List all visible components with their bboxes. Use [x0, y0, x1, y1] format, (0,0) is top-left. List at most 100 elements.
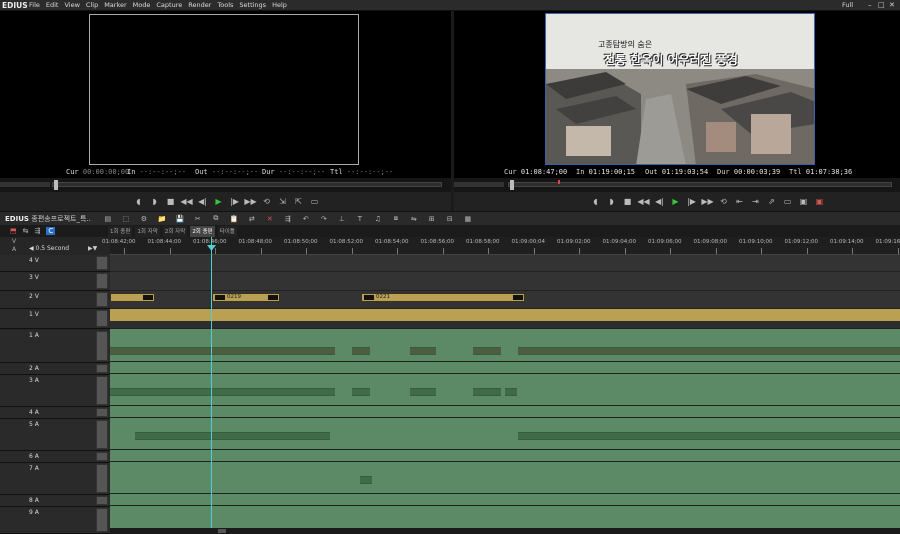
track-patch[interactable]	[96, 273, 108, 289]
select-icon[interactable]: ⬚	[119, 214, 133, 224]
lane-8a[interactable]	[110, 494, 900, 506]
new-sequence-icon[interactable]: ▤	[101, 214, 115, 224]
paste-icon[interactable]: 📋	[227, 214, 241, 224]
menu-marker[interactable]: Marker	[104, 1, 126, 9]
track-row-6a[interactable]: 6 A	[0, 451, 110, 463]
tab-sequence-3[interactable]: 2회 자막	[162, 226, 188, 237]
timescale-select[interactable]: ◀ 0.5 Second	[29, 245, 69, 252]
lane-1a[interactable]	[110, 329, 900, 362]
rewind-icon[interactable]: ◀◀	[180, 196, 192, 207]
sync-lock-icon[interactable]: ⇆	[23, 227, 29, 235]
track-patch[interactable]	[96, 256, 108, 270]
set-out-icon[interactable]: ◗	[149, 196, 160, 207]
settings-icon[interactable]: ⊟	[443, 214, 457, 224]
rec-step-back-icon[interactable]: ◀|	[654, 196, 665, 207]
recorder-seekbar[interactable]	[454, 178, 900, 192]
track-patch[interactable]	[96, 420, 108, 449]
rec-loop-icon[interactable]: ⟲	[718, 196, 729, 207]
menu-tools[interactable]: Tools	[217, 1, 233, 9]
rec-step-forward-icon[interactable]: |▶	[686, 196, 697, 207]
lane-7a[interactable]	[110, 462, 900, 494]
track-row-1a[interactable]: 1 A	[0, 330, 110, 363]
rec-rewind-icon[interactable]: ◀◀	[637, 196, 649, 207]
loop-icon[interactable]: ⟲	[261, 196, 272, 207]
timeline-ruler[interactable]: 01:08:42;00 01:08:44;00 01:08:46;00 01:08:4…	[102, 237, 900, 255]
tab-sequence-4[interactable]: 2회 종편	[190, 226, 215, 237]
menu-edit[interactable]: Edit	[46, 1, 59, 9]
menu-file[interactable]: File	[29, 1, 40, 9]
track-patch[interactable]	[96, 292, 108, 307]
stop-icon[interactable]: ■	[165, 196, 176, 207]
menu-settings[interactable]: Settings	[239, 1, 266, 9]
marker-icon[interactable]: ⊥	[335, 214, 349, 224]
track-patch[interactable]	[96, 508, 108, 532]
track-row-4a[interactable]: 4 A	[0, 407, 110, 419]
lane-4v[interactable]	[110, 255, 900, 272]
delete-icon[interactable]: ✕	[263, 214, 277, 224]
mode-toggle-icon[interactable]: C	[46, 227, 56, 235]
lane-3v[interactable]	[110, 272, 900, 291]
menu-capture[interactable]: Capture	[156, 1, 182, 9]
render-icon[interactable]: ⧇	[389, 214, 403, 224]
redo-icon[interactable]: ↷	[317, 214, 331, 224]
video-clip-0219[interactable]: 0219	[212, 293, 280, 302]
video-clip[interactable]	[110, 293, 155, 302]
fast-forward-icon[interactable]: ▶▶	[244, 196, 256, 207]
lane-2a[interactable]	[110, 362, 900, 374]
video-clip-1v[interactable]	[110, 309, 900, 321]
menu-clip[interactable]: Clip	[86, 1, 98, 9]
rec-export-icon[interactable]: ⇗	[766, 196, 777, 207]
audio-mixer-icon[interactable]: ♫	[371, 214, 385, 224]
track-row-1v[interactable]: 1 V	[0, 309, 110, 329]
player-seekbar[interactable]	[0, 178, 451, 192]
menu-render[interactable]: Render	[188, 1, 211, 9]
overwrite-icon[interactable]: ⇱	[293, 196, 304, 207]
play-icon[interactable]: ▶	[213, 196, 224, 207]
track-patch[interactable]	[96, 496, 108, 505]
track-patch[interactable]	[96, 408, 108, 417]
rec-output-icon[interactable]: ▣	[798, 196, 809, 207]
cut-icon[interactable]: ✂	[191, 214, 205, 224]
sequence-settings-icon[interactable]: ⚙	[137, 214, 151, 224]
track-row-8a[interactable]: 8 A	[0, 495, 110, 507]
track-patch[interactable]	[96, 464, 108, 493]
close-icon[interactable]: ✕	[889, 1, 895, 9]
title-icon[interactable]: T	[353, 214, 367, 224]
timeline-tracks[interactable]: 0219 0221	[110, 255, 900, 534]
ripple-mode-icon[interactable]: ⇶	[35, 227, 41, 235]
rec-stop-icon[interactable]: ■	[622, 196, 633, 207]
open-project-icon[interactable]: 📁	[155, 214, 169, 224]
rec-record-icon[interactable]: ▣	[814, 196, 825, 207]
zoom-select[interactable]: Full	[842, 1, 853, 9]
lane-6a[interactable]	[110, 450, 900, 462]
copy-icon[interactable]: ⧉	[209, 214, 223, 224]
track-patch[interactable]	[96, 376, 108, 405]
scroll-thumb[interactable]	[218, 529, 226, 533]
track-row-7a[interactable]: 7 A	[0, 463, 110, 495]
clip-icon[interactable]: ▭	[309, 196, 320, 207]
layout-icon[interactable]: ▦	[461, 214, 475, 224]
menu-help[interactable]: Help	[272, 1, 287, 9]
rec-set-in-icon[interactable]: ◖	[590, 196, 601, 207]
sync-icon[interactable]: ⇋	[407, 214, 421, 224]
tab-sequence-5[interactable]: 타이틀	[217, 226, 237, 237]
lane-3a[interactable]	[110, 374, 900, 406]
undo-icon[interactable]: ↶	[299, 214, 313, 224]
replace-icon[interactable]: ⇄	[245, 214, 259, 224]
player-seek-handle[interactable]	[54, 180, 58, 190]
set-in-icon[interactable]: ◖	[133, 196, 144, 207]
track-lock-icon[interactable]: ⬒	[10, 227, 17, 235]
track-row-3a[interactable]: 3 A	[0, 375, 110, 407]
track-row-9a[interactable]: 9 A	[0, 507, 110, 534]
timeline-playhead[interactable]	[211, 237, 212, 534]
menu-view[interactable]: View	[64, 1, 79, 9]
tab-sequence-2[interactable]: 1회 자막	[135, 226, 160, 237]
rec-render-icon[interactable]: ▭	[782, 196, 793, 207]
step-back-icon[interactable]: ◀|	[197, 196, 208, 207]
step-forward-icon[interactable]: |▶	[229, 196, 240, 207]
rec-play-icon[interactable]: ▶	[670, 196, 681, 207]
lane-2v[interactable]: 0219 0221	[110, 291, 900, 309]
timescale-arrows[interactable]: ▶▼	[88, 245, 97, 252]
menu-mode[interactable]: Mode	[133, 1, 151, 9]
track-row-2v[interactable]: 2 V	[0, 291, 110, 309]
